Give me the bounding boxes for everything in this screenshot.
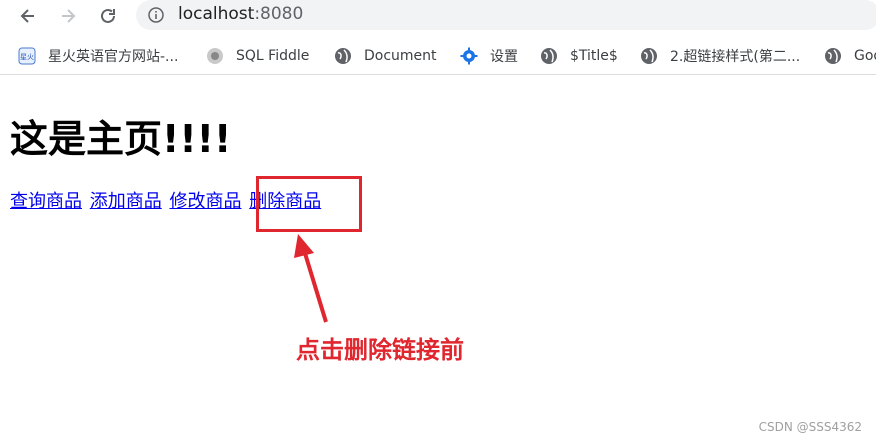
- annotation-text: 点击删除链接前: [296, 336, 464, 364]
- watermark: CSDN @SSS4362: [758, 420, 862, 434]
- annotation-arrow: [294, 234, 328, 323]
